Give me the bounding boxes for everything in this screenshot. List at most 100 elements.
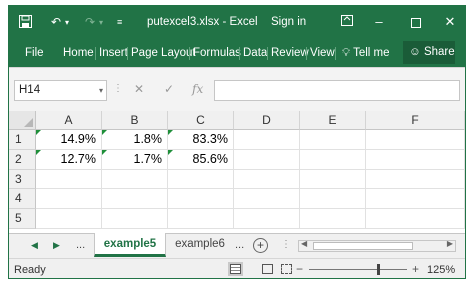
tab-divider [267,47,268,60]
save-icon[interactable] [19,15,32,31]
maximize-icon[interactable] [406,12,426,32]
minimize-icon[interactable]: – [369,12,389,32]
select-all-button[interactable] [9,111,36,130]
cell-a2[interactable]: 12.7% [36,150,102,170]
more-sheets-right-button[interactable]: ... [235,239,244,251]
normal-view-icon[interactable] [228,262,243,276]
scroll-left-arrow-icon[interactable]: ◀ [301,239,307,248]
share-button[interactable]: ☺ Share [403,41,455,64]
tab-review[interactable]: Review [271,47,309,59]
scroll-tabs-right-icon[interactable]: ▶ [53,240,60,251]
cell-b4[interactable] [102,189,168,209]
scroll-right-arrow-icon[interactable]: ▶ [447,239,453,248]
cell-d5[interactable] [234,209,300,229]
zoom-in-icon[interactable]: + [412,262,419,276]
tab-home[interactable]: Home [63,47,94,59]
tab-file[interactable]: File [25,47,44,59]
window-title: putexcel3.xlsx - Excel [147,16,258,28]
cell-e2[interactable] [300,150,366,170]
redo-icon[interactable]: ↷ [85,15,95,29]
row-header-2[interactable]: 2 [9,150,36,170]
scroll-tabs-left-icon[interactable]: ◀ [31,240,38,251]
more-sheets-left-button[interactable]: ... [76,239,85,251]
tab-divider [95,47,96,60]
cell-c2[interactable]: 85.6% [168,150,234,170]
zoom-slider[interactable] [309,269,407,270]
customize-qat-icon[interactable]: ≡ [117,17,122,27]
cell-c4[interactable] [168,189,234,209]
select-all-triangle-icon [24,118,33,127]
cell-f1[interactable] [366,130,465,150]
tab-data[interactable]: Data [243,47,267,59]
cell-f3[interactable] [366,170,465,189]
cell-d1[interactable] [234,130,300,150]
cell-a3[interactable] [36,170,102,189]
zoom-level[interactable]: 125% [427,264,455,276]
horizontal-scrollbar[interactable]: ◀ ▶ [298,239,456,252]
page-break-preview-icon[interactable] [281,264,292,274]
row-header-3[interactable]: 3 [9,170,36,189]
cell-c5[interactable] [168,209,234,229]
cell-e3[interactable] [300,170,366,189]
zoom-slider-thumb[interactable] [377,264,380,275]
column-header-b[interactable]: B [102,111,168,130]
cell-d3[interactable] [234,170,300,189]
column-header-a[interactable]: A [36,111,102,130]
cell-f5[interactable] [366,209,465,229]
column-header-f[interactable]: F [366,111,465,130]
name-box-dropdown-icon[interactable]: ▾ [99,81,103,100]
cell-e4[interactable] [300,189,366,209]
cell-a4[interactable] [36,189,102,209]
row-header-1[interactable]: 1 [9,130,36,150]
column-header-e[interactable]: E [300,111,366,130]
row-header-4[interactable]: 4 [9,189,36,209]
tell-me-search[interactable]: 💡︎ Tell me [342,47,390,60]
close-icon[interactable]: ✕ [440,12,460,32]
sign-in-link[interactable]: Sign in [271,16,306,28]
sheet-tab-example5[interactable]: example5 [94,233,166,257]
cell-c3[interactable] [168,170,234,189]
ribbon-display-options-icon[interactable] [337,12,357,32]
cell-b3[interactable] [102,170,168,189]
column-header-c[interactable]: C [168,111,234,130]
cell-d4[interactable] [234,189,300,209]
formula-bar-grip-icon[interactable]: ⋮ [113,83,123,94]
error-indicator-icon [36,150,41,155]
sheet-tab-example6[interactable]: example6 [167,233,233,257]
cancel-icon[interactable]: ✕ [134,82,144,96]
cell-d2[interactable] [234,150,300,170]
cell-e5[interactable] [300,209,366,229]
zoom-out-icon[interactable]: − [296,262,303,276]
cell-a1[interactable]: 14.9% [36,130,102,150]
insert-function-icon[interactable]: fx [192,82,203,96]
person-icon: ☺ [409,46,421,58]
formula-input[interactable] [214,80,460,101]
cell-e1[interactable] [300,130,366,150]
cell-a5[interactable] [36,209,102,229]
page-layout-view-icon[interactable] [262,264,273,274]
enter-icon[interactable]: ✓ [164,82,174,96]
undo-dropdown-icon[interactable]: ▾ [65,18,69,27]
tab-view[interactable]: View [310,47,335,59]
spreadsheet-grid: A B C D E F 1 14.9% 1.8% 83.3% 2 12.7% 1… [9,111,465,233]
cell-f4[interactable] [366,189,465,209]
redo-dropdown-icon[interactable]: ▾ [99,18,103,27]
tab-divider [189,47,190,60]
undo-icon[interactable]: ↶ [51,15,61,29]
cell-f2[interactable] [366,150,465,170]
cell-b2[interactable]: 1.7% [102,150,168,170]
tab-formulas[interactable]: Formulas [193,47,241,59]
tab-insert[interactable]: Insert [99,47,128,59]
scrollbar-thumb[interactable] [313,242,413,250]
name-box[interactable]: H14 ▾ [14,80,107,101]
tab-page-layout[interactable]: Page Layout [131,47,196,59]
tab-divider [239,47,240,60]
tab-splitter-icon[interactable]: ⋮ [281,239,291,250]
cell-b5[interactable] [102,209,168,229]
column-header-d[interactable]: D [234,111,300,130]
cell-c1[interactable]: 83.3% [168,130,234,150]
cell-b1[interactable]: 1.8% [102,130,168,150]
row-header-5[interactable]: 5 [9,209,36,229]
tab-divider [306,47,307,60]
add-sheet-icon[interactable]: + [253,238,268,253]
